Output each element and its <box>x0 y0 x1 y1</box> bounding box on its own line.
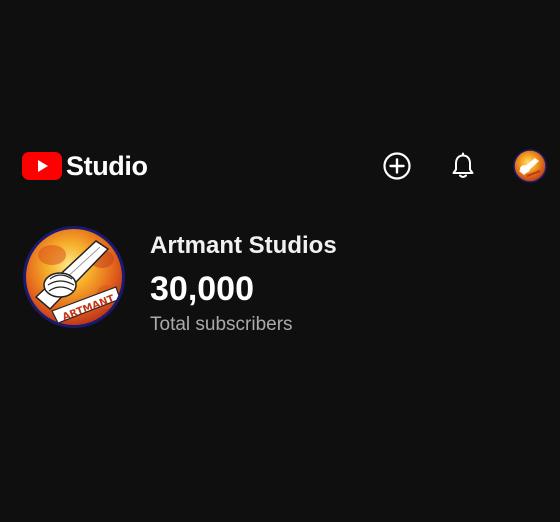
create-button[interactable] <box>381 150 413 182</box>
studio-app: Studio ARTMANT Artmant Studios 30,000 To… <box>0 0 560 522</box>
channel-name[interactable]: Artmant Studios <box>150 225 337 267</box>
channel-details: Artmant Studios 30,000 Total subscribers <box>150 225 337 339</box>
subscriber-label: Total subscribers <box>150 314 293 335</box>
notifications-button[interactable] <box>447 150 479 182</box>
subscriber-count: 30,000 <box>150 270 254 308</box>
channel-avatar[interactable]: ARTMANT <box>22 225 126 329</box>
youtube-play-icon <box>22 152 62 180</box>
channel-summary: ARTMANT Artmant Studios 30,000 Total sub… <box>22 225 542 335</box>
avatar-icon <box>513 149 547 183</box>
top-app-bar: Studio <box>0 140 560 192</box>
account-button[interactable] <box>513 149 547 183</box>
bell-icon <box>452 152 474 178</box>
studio-logo[interactable]: Studio <box>22 150 148 182</box>
plus-circle-icon <box>383 152 411 180</box>
logo-label: Studio <box>66 151 148 181</box>
